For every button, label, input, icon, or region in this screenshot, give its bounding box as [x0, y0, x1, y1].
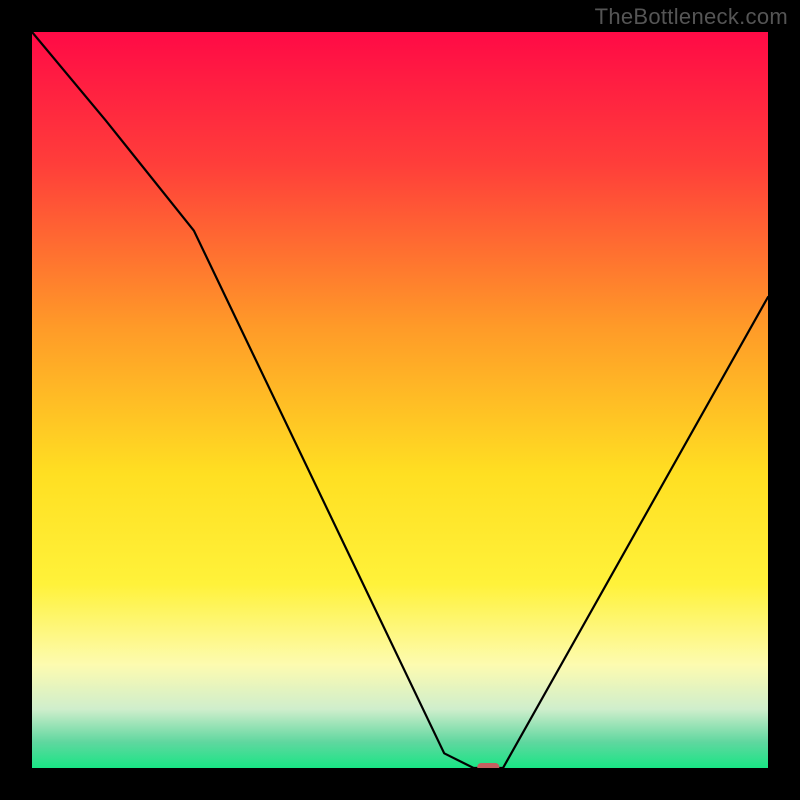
- watermark-text: TheBottleneck.com: [595, 4, 788, 30]
- gradient-background: [32, 32, 768, 768]
- plot-area: [32, 32, 768, 768]
- chart-container: TheBottleneck.com: [0, 0, 800, 800]
- chart-svg: [32, 32, 768, 768]
- optimal-point-marker: [477, 763, 499, 768]
